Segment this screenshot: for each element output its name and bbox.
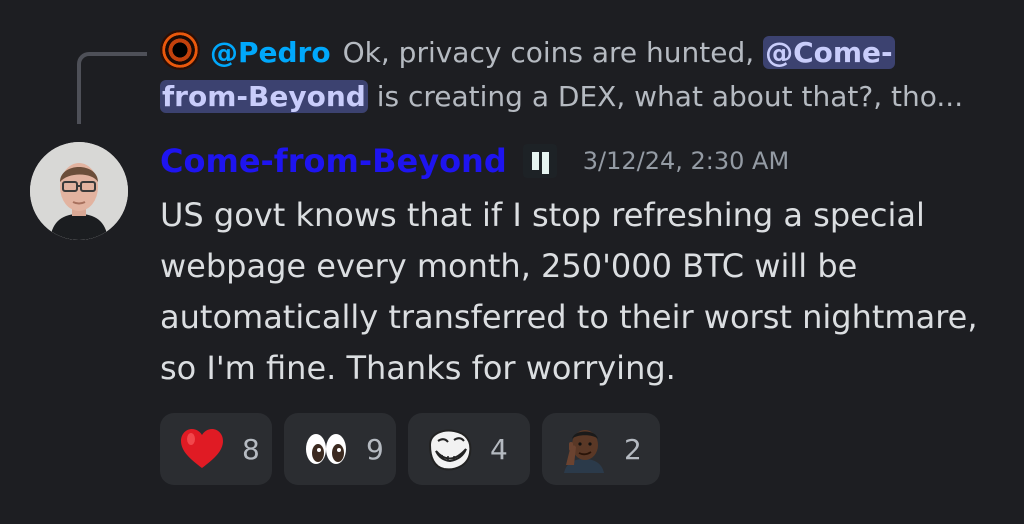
- reaction-heart[interactable]: 8: [160, 413, 272, 485]
- mention-continued[interactable]: from-Beyond: [160, 80, 368, 113]
- reply-author[interactable]: @Pedro: [210, 36, 331, 69]
- message-content: US govt knows that if I stop refreshing …: [160, 196, 978, 387]
- author-avatar[interactable]: [30, 142, 128, 240]
- reaction-count: 8: [242, 432, 260, 466]
- eyes-icon: [306, 434, 346, 464]
- heart-icon: [181, 429, 223, 468]
- timestamp[interactable]: 3/12/24, 2:30 AM: [583, 147, 789, 175]
- trollface-icon: [428, 429, 472, 471]
- reply-preview[interactable]: @Pedro Ok, privacy coins are hunted, @Com…: [160, 30, 990, 119]
- author-avatar-image: [30, 142, 128, 240]
- reaction-count: 2: [624, 432, 642, 466]
- reply-text-continued: is creating a DEX, what about that?, tho…: [376, 80, 964, 113]
- author-name[interactable]: Come-from-Beyond: [160, 142, 507, 180]
- reaction-count: 9: [366, 432, 384, 466]
- reaction-trollface[interactable]: 4: [408, 413, 530, 485]
- reply-text: Ok, privacy coins are hunted,: [342, 36, 755, 69]
- reply-connector: [77, 52, 147, 124]
- mention[interactable]: @Come-: [763, 36, 895, 69]
- app-badge-icon[interactable]: [522, 144, 557, 178]
- reply-avatar[interactable]: [160, 30, 200, 70]
- thinking-man-icon: [564, 430, 604, 473]
- reaction-eyes[interactable]: 9: [284, 413, 396, 485]
- reaction-thinking-man[interactable]: 2: [542, 413, 660, 485]
- reactions-bar: 8 9 4 2: [160, 413, 672, 485]
- message-header: Come-from-Beyond 3/12/24, 2:30 AM: [160, 139, 789, 183]
- reaction-count: 4: [490, 432, 508, 466]
